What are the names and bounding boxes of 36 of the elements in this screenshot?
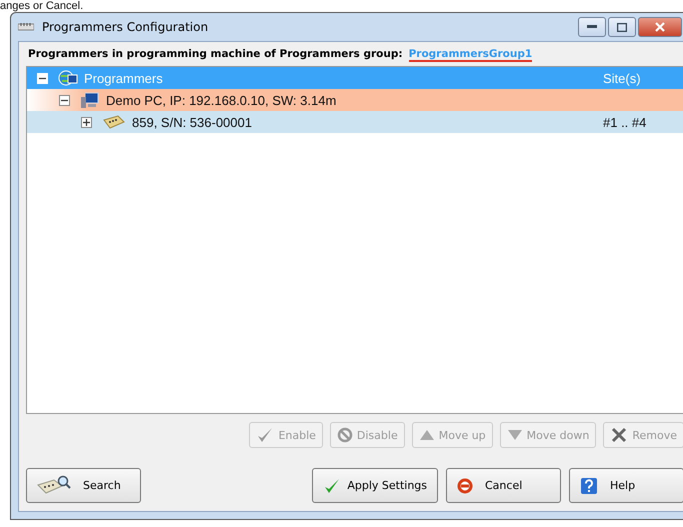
column-header: Site(s) (603, 70, 642, 86)
computer-icon (80, 91, 100, 109)
tree-item-label: 859, S/N: 536-00001 (132, 114, 253, 130)
window-title: Programmers Configuration (42, 20, 208, 34)
minimize-button[interactable] (578, 17, 606, 37)
device-icon (102, 114, 126, 130)
device-search-icon (37, 474, 71, 496)
close-button[interactable] (638, 17, 682, 37)
prohibited-icon (457, 478, 473, 494)
group-link[interactable]: ProgrammersGroup1 (408, 48, 532, 62)
tree-row[interactable]: 859, S/N: 536-00001 #1 .. #4 (27, 111, 683, 133)
plus-icon (83, 118, 90, 126)
cancel-button[interactable]: Cancel (446, 468, 561, 503)
help-icon (580, 476, 598, 494)
collapse-toggle[interactable] (59, 94, 70, 106)
tree-item-label: Demo PC, IP: 192.168.0.10, SW: 3.14m (106, 92, 338, 108)
triangle-up-icon (418, 429, 435, 441)
maximize-icon (617, 22, 627, 32)
search-button[interactable]: Search (26, 468, 141, 503)
close-icon (654, 22, 666, 32)
group-label: Programmers in programming machine of Programmers group: (28, 48, 403, 62)
tree-row[interactable]: Programmers Site(s) (27, 67, 683, 89)
document-text: anges or Cancel. (0, 0, 84, 12)
globe-computer-icon (58, 69, 78, 87)
tree-item-label: Programmers (84, 70, 164, 86)
tree-row[interactable]: Demo PC, IP: 192.168.0.10, SW: 3.14m (27, 89, 683, 111)
apply-button[interactable]: Apply Settings (312, 468, 438, 503)
app-icon (18, 22, 34, 32)
triangle-down-icon (506, 429, 523, 441)
x-icon (610, 426, 628, 444)
help-button[interactable]: Help (569, 468, 683, 503)
expand-toggle[interactable] (81, 116, 92, 128)
minimize-icon (587, 25, 597, 29)
site-range: #1 .. #4 (603, 114, 648, 130)
prohibited-icon (336, 427, 353, 443)
maximize-button[interactable] (608, 17, 636, 37)
